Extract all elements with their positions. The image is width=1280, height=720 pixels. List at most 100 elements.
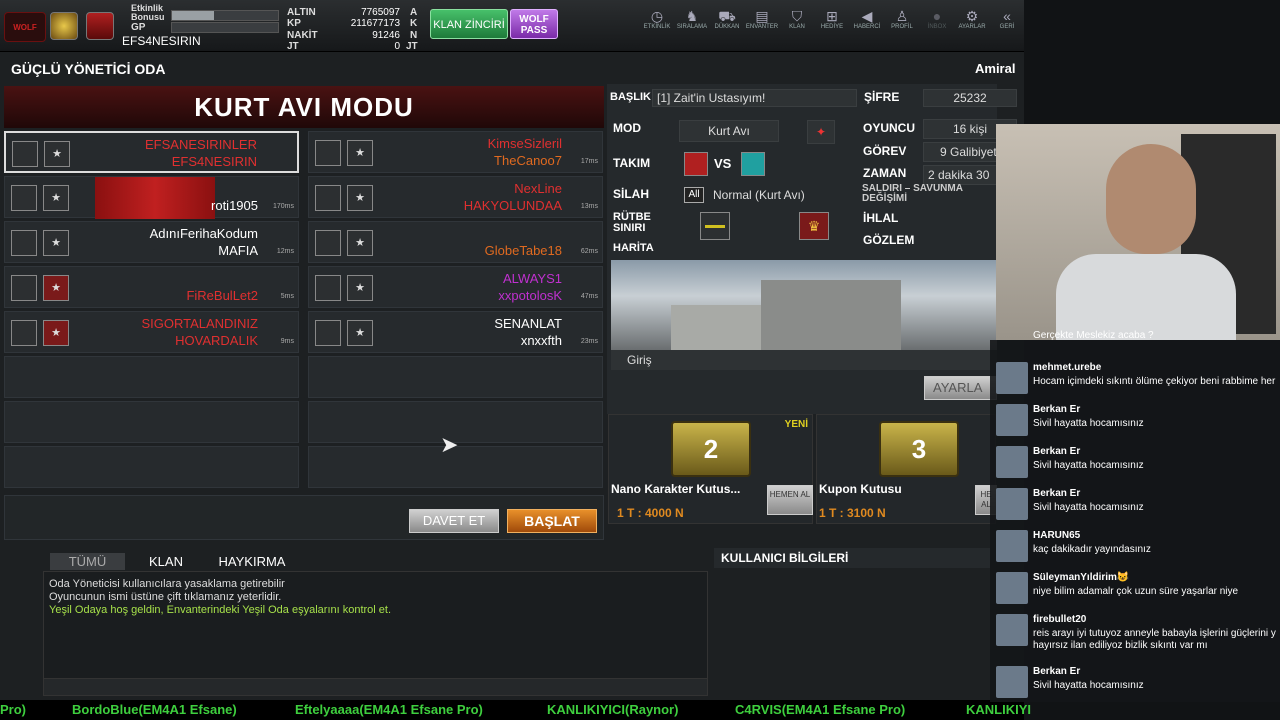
rank-icon: ★ bbox=[43, 230, 69, 256]
player-slot[interactable]: ★ FiReBulLet2 5ms bbox=[4, 266, 299, 308]
ping-ms: 17ms bbox=[580, 158, 598, 165]
player-slot[interactable]: ★ ALWAYS1 xxpotolosK 47ms bbox=[308, 266, 603, 308]
megaphone-icon: ◀ bbox=[861, 8, 873, 24]
empty-slot[interactable] bbox=[4, 401, 299, 443]
takim-label: TAKIM bbox=[613, 156, 651, 170]
player-slot[interactable]: ★ NexLine HAKYOLUNDAA 13ms bbox=[308, 176, 603, 218]
event-bonus-bar bbox=[171, 10, 279, 21]
player-name[interactable]: AdınıFerihaKodum bbox=[150, 226, 258, 241]
chest-icon: 3 bbox=[879, 421, 959, 477]
sifre-field[interactable]: 25232 bbox=[923, 89, 1017, 107]
player-slot[interactable]: ★ roti1905 170ms bbox=[4, 176, 299, 219]
player-name[interactable]: roti1905 bbox=[211, 198, 258, 213]
player-slot[interactable]: ★ EFSANESIRINLER EFS4NESIRIN bbox=[4, 131, 299, 173]
player-slot[interactable]: ★ AdınıFerihaKodum MAFIA 12ms bbox=[4, 221, 299, 263]
baslik-field[interactable]: [1] Zait'in Ustasıyım! bbox=[652, 89, 857, 107]
player-name[interactable]: SIGORTALANDINIZ bbox=[141, 316, 258, 331]
clan-icon bbox=[11, 275, 37, 301]
player-name[interactable]: EFSANESIRINLER bbox=[145, 137, 257, 152]
player-name[interactable]: xnxxfth bbox=[521, 333, 562, 348]
player-name[interactable]: SENANLAT bbox=[494, 316, 562, 331]
flag-banner-icon bbox=[95, 177, 215, 219]
chat-avatar bbox=[996, 404, 1028, 436]
chat-input[interactable] bbox=[44, 678, 707, 695]
vs-label: VS bbox=[714, 156, 732, 171]
davet-et-button[interactable]: DAVET ET bbox=[409, 509, 499, 533]
clock-icon: ◷ bbox=[650, 8, 664, 24]
jt-label: JT bbox=[287, 41, 299, 52]
red-team-icon bbox=[684, 152, 708, 176]
chat-avatar bbox=[996, 488, 1028, 520]
player-name[interactable]: TheCanoo7 bbox=[494, 153, 562, 168]
player-name[interactable]: HOVARDALIK bbox=[175, 333, 258, 348]
chat-avatar bbox=[996, 572, 1028, 604]
shop-item-kupon[interactable]: 3 Kupon Kutusu 1 T : 3100 N HE AL bbox=[816, 414, 997, 524]
empty-slot[interactable] bbox=[308, 356, 603, 398]
player-name[interactable]: FiReBulLet2 bbox=[186, 288, 258, 303]
tab-tumu[interactable]: TÜMÜ bbox=[50, 553, 125, 570]
shop-item-price: 1 T : 4000 N bbox=[617, 506, 684, 520]
klan-zinciri-button[interactable]: KLAN ZİNCİRİ bbox=[430, 9, 508, 39]
silah-label: SİLAH bbox=[613, 187, 649, 201]
wolf-pass-button[interactable]: WOLF PASS bbox=[510, 9, 558, 39]
nav-siralama[interactable]: ♞ SIRALAMA bbox=[675, 8, 709, 30]
mod-field[interactable]: Kurt Avı bbox=[679, 120, 779, 142]
shop-item-name: Kupon Kutusu bbox=[819, 482, 902, 496]
cart-icon: ⛟ bbox=[718, 8, 736, 24]
nav-inbox[interactable]: ● İNBOX bbox=[920, 8, 954, 30]
player-slot[interactable]: ★ KimseSizleril TheCanoo7 17ms bbox=[308, 131, 603, 173]
player-name[interactable]: ALWAYS1 bbox=[503, 271, 562, 286]
clan-badge-icon bbox=[86, 12, 114, 40]
empty-slot[interactable] bbox=[4, 446, 299, 488]
nav-haberci[interactable]: ◀ HABERCİ bbox=[850, 8, 884, 30]
player-name[interactable]: NexLine bbox=[514, 181, 562, 196]
chat-avatar bbox=[996, 446, 1028, 478]
player-name[interactable]: xxpotolosK bbox=[498, 288, 562, 303]
event-label: Etkinlik Bonusu bbox=[131, 3, 165, 22]
nav-envanter[interactable]: ▤ ENVANTER bbox=[745, 8, 779, 30]
clan-icon bbox=[315, 185, 341, 211]
player-slot[interactable]: ★ GlobeTabe18 62ms bbox=[308, 221, 603, 263]
zaman-label: ZAMAN bbox=[863, 166, 907, 180]
oyuncu-label: OYUNCU bbox=[863, 121, 916, 135]
chat-username: mehmet.urebe bbox=[1033, 362, 1102, 373]
rank-icon: ★ bbox=[347, 275, 373, 301]
rank-icon: ★ bbox=[347, 140, 373, 166]
clan-icon bbox=[11, 185, 37, 211]
tab-haykirma[interactable]: HAYKIRMA bbox=[208, 553, 296, 570]
rank-icon: ★ bbox=[43, 185, 69, 211]
map-preview[interactable] bbox=[611, 260, 997, 350]
player-name[interactable]: MAFIA bbox=[218, 243, 258, 258]
empty-slot[interactable] bbox=[4, 356, 299, 398]
tab-klan[interactable]: KLAN bbox=[135, 553, 197, 570]
new-badge: YENİ bbox=[784, 419, 808, 430]
buy-now-button[interactable]: HEMEN AL bbox=[767, 485, 813, 515]
nav-geri[interactable]: «GERİ bbox=[990, 8, 1024, 30]
player-name[interactable]: EFS4NESIRIN bbox=[172, 154, 257, 169]
nav-hediye[interactable]: ⊞ HEDİYE bbox=[815, 8, 849, 30]
ping-ms: 12ms bbox=[276, 248, 294, 255]
player-slot[interactable]: ★ SENANLAT xnxxfth 23ms bbox=[308, 311, 603, 353]
nav-klan[interactable]: ⛉ KLAN bbox=[780, 8, 814, 30]
chat-text: Hocam içimdeki sıkıntı ölüme çekiyor ben… bbox=[1033, 376, 1276, 387]
player-name[interactable]: GlobeTabe18 bbox=[485, 243, 562, 258]
rank-icon: ★ bbox=[347, 320, 373, 346]
nav-etkinlik[interactable]: ◷ ETKİNLİK bbox=[640, 8, 674, 30]
ayarlar-button[interactable]: AYARLA bbox=[924, 376, 997, 400]
chat-username: Berkan Er bbox=[1033, 488, 1081, 499]
shop-item-nano[interactable]: 2 YENİ Nano Karakter Kutus... 1 T : 4000… bbox=[608, 414, 813, 524]
chat-line: Yeşil Odaya hoş geldin, Envanterindeki Y… bbox=[49, 604, 392, 616]
mod-label: MOD bbox=[613, 121, 641, 135]
baslat-button[interactable]: BAŞLAT bbox=[507, 509, 597, 533]
player-name[interactable]: HAKYOLUNDAA bbox=[464, 198, 562, 213]
kp-value: 211677173 bbox=[350, 18, 400, 29]
clan-icon bbox=[315, 140, 341, 166]
nav-profil[interactable]: ♙ PROFİL bbox=[885, 8, 919, 30]
gear-icon: ⚙ bbox=[965, 8, 979, 24]
silah-value[interactable]: Normal (Kurt Avı) bbox=[713, 188, 805, 202]
nav-dukkan[interactable]: ⛟ DÜKKAN bbox=[710, 8, 744, 30]
player-slot[interactable]: ★ SIGORTALANDINIZ HOVARDALIK 9ms bbox=[4, 311, 299, 353]
player-name[interactable]: KimseSizleril bbox=[488, 136, 562, 151]
nav-ayarlar[interactable]: ⚙ AYARLAR bbox=[955, 8, 989, 30]
chat-avatar bbox=[996, 362, 1028, 394]
